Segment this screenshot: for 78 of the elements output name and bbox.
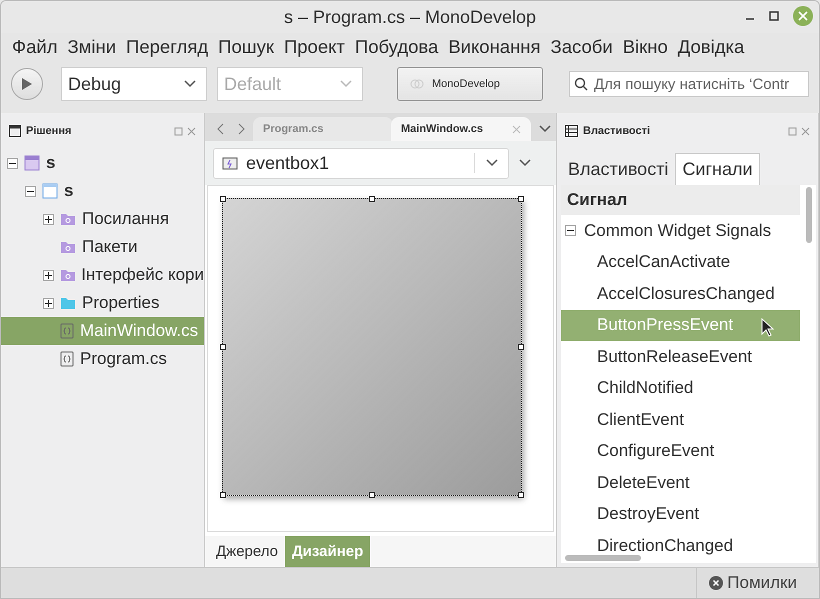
play-icon (21, 77, 33, 91)
widget-selector[interactable]: eventbox1 (213, 148, 509, 178)
list-icon (565, 125, 578, 137)
cursor-icon (761, 318, 775, 338)
search-field[interactable]: Для пошуку натисніть ‘Contr (569, 71, 809, 97)
tree-item[interactable]: Посилання (1, 205, 204, 233)
signal-item[interactable]: ClientEvent (561, 404, 800, 436)
panel-title: Властивості (583, 125, 650, 137)
resize-handle[interactable] (220, 196, 226, 202)
tree-item[interactable]: Інтерфейс кори (1, 261, 204, 289)
tree-item[interactable]: Program.cs (1, 345, 204, 373)
errors-button[interactable]: Помилки (696, 568, 819, 598)
menu-item[interactable]: Файл (7, 36, 62, 58)
folder-icon (60, 240, 76, 254)
solution-icon (24, 155, 40, 171)
window-icon (42, 183, 58, 199)
expand-icon[interactable] (519, 159, 531, 167)
tree-item[interactable]: Пакети (1, 233, 204, 261)
resize-handle[interactable] (369, 492, 375, 498)
signal-item[interactable]: ButtonReleaseEvent (561, 341, 800, 372)
resize-handle[interactable] (369, 196, 375, 202)
status-text: MonoDevelop (432, 78, 500, 90)
run-button[interactable] (11, 68, 43, 100)
signal-item[interactable]: DeleteEvent (561, 467, 800, 498)
expand-icon[interactable] (43, 270, 54, 280)
signal-item[interactable]: DestroyEvent (561, 498, 800, 530)
maximize-icon[interactable] (769, 11, 779, 21)
chevron-down-icon (340, 80, 352, 88)
code-file-icon (60, 323, 74, 339)
signal-item[interactable]: DirectionChanged (561, 530, 800, 562)
collapse-icon[interactable] (25, 186, 36, 196)
folder-icon (60, 268, 76, 282)
chevron-down-icon (539, 125, 551, 133)
tree-item[interactable]: s (1, 149, 204, 177)
code-file-icon (60, 351, 74, 367)
panel-tab[interactable]: Сигнали (675, 153, 760, 185)
chevron-down-icon (519, 159, 531, 167)
panel-icon (9, 125, 21, 137)
panel-tab[interactable]: Властивості (561, 153, 676, 185)
signal-group[interactable]: Common Widget Signals (561, 215, 800, 246)
signal-item[interactable]: AccelCanActivate (561, 246, 800, 278)
view-tab[interactable]: Джерело (209, 536, 285, 567)
menu-item[interactable]: Побудова (350, 36, 444, 58)
error-icon (709, 576, 724, 590)
expand-icon[interactable] (43, 298, 54, 308)
menu-item[interactable]: Засоби (546, 36, 618, 58)
chevron-down-icon (184, 80, 196, 88)
signal-item[interactable]: AccelClosuresChanged (561, 278, 800, 310)
collapse-icon[interactable] (7, 158, 18, 168)
widget-icon (222, 156, 238, 170)
collapse-icon[interactable] (565, 225, 576, 236)
signal-item[interactable]: ChildNotified (561, 372, 800, 404)
expand-icon[interactable] (43, 214, 54, 224)
resize-handle[interactable] (220, 492, 226, 498)
resize-handle[interactable] (518, 492, 524, 498)
menu-item[interactable]: Зміни (62, 36, 122, 58)
tree-item[interactable]: Properties (1, 289, 204, 317)
menu-item[interactable]: Довідка (672, 36, 750, 58)
folder-icon (60, 212, 76, 226)
menu-item[interactable]: Виконання (443, 36, 546, 58)
search-icon (574, 77, 588, 91)
resize-handle[interactable] (518, 196, 524, 202)
folder-icon (60, 296, 76, 310)
panel-title: Рішення (26, 125, 72, 137)
window-title: s – Program.cs – MonoDevelop (284, 6, 536, 28)
configuration-dropdown[interactable]: Debug (61, 67, 207, 101)
editor-tab[interactable]: MainWindow.cs (391, 117, 531, 141)
tree-item[interactable]: s (1, 177, 204, 205)
menu-item[interactable]: Пошук (213, 36, 279, 58)
column-header: Сигнал (561, 185, 800, 215)
menu-item[interactable]: Вікно (618, 36, 673, 58)
menu-item[interactable]: Проект (278, 36, 350, 58)
menu-item[interactable]: Перегляд (121, 36, 214, 58)
logo-icon (410, 79, 424, 89)
resize-handle[interactable] (220, 344, 226, 350)
chevron-down-icon (486, 159, 498, 167)
resize-handle[interactable] (518, 344, 524, 350)
signal-item[interactable]: ConfigureEvent (561, 436, 800, 467)
